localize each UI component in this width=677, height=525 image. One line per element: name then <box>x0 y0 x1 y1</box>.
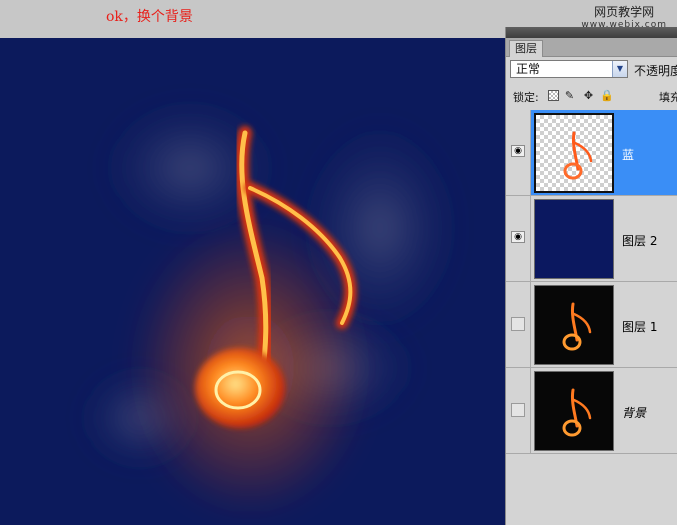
layer-thumbnail <box>534 285 614 365</box>
fire-music-note-artwork <box>80 98 460 518</box>
layer-name-area[interactable]: 蓝 <box>531 110 677 195</box>
document-canvas[interactable] <box>0 38 506 525</box>
visibility-off-box[interactable] <box>511 403 525 417</box>
blend-mode-select[interactable]: 正常 ▼ <box>510 60 628 78</box>
layer-thumbnail <box>534 199 614 279</box>
move-icon[interactable]: ✥ <box>583 90 594 101</box>
layer-name: 图层 2 <box>622 234 658 248</box>
lock-label: 锁定: <box>513 91 539 104</box>
eye-icon[interactable]: ◉ <box>511 145 525 157</box>
lock-icon[interactable]: 🔒 <box>600 90 614 101</box>
layer-name-area[interactable]: 图层 2 <box>531 196 677 281</box>
lock-transparency-icon[interactable] <box>548 90 559 101</box>
layer-name-area[interactable]: 背景 <box>531 368 677 453</box>
eye-icon[interactable]: ◉ <box>511 231 525 243</box>
layer-name: 蓝 <box>622 148 635 162</box>
layer-row-layer-1[interactable]: 图层 1 <box>506 282 677 368</box>
visibility-toggle[interactable]: ◉ <box>506 196 531 281</box>
layer-name: 图层 1 <box>622 320 658 334</box>
panel-tab-bar: 图层 <box>506 38 677 57</box>
opacity-label: 不透明度 <box>634 64 677 78</box>
visibility-off-box[interactable] <box>511 317 525 331</box>
tutorial-caption: ok，换个背景 <box>106 9 193 25</box>
panel-header-strip[interactable] <box>506 27 677 38</box>
layer-name: 背景 <box>622 406 647 420</box>
layer-thumbnail <box>534 371 614 451</box>
layer-row-layer-2[interactable]: ◉ 图层 2 <box>506 196 677 282</box>
visibility-toggle[interactable]: ◉ <box>506 110 531 195</box>
tab-layers[interactable]: 图层 <box>509 40 543 57</box>
layer-thumbnail <box>534 113 614 193</box>
layers-panel: 图层 正常 ▼ 不透明度 锁定: ✎ ✥ 🔒 填充 ◉ 蓝 ◉ 图层 2 图层 … <box>505 27 677 525</box>
layer-row-background[interactable]: 背景 <box>506 368 677 454</box>
fill-label: 填充 <box>659 91 677 104</box>
chevron-down-icon[interactable]: ▼ <box>612 61 627 77</box>
blend-mode-value: 正常 <box>516 62 541 76</box>
lock-row: 锁定: ✎ ✥ 🔒 填充 <box>506 85 677 107</box>
layer-name-area[interactable]: 图层 1 <box>531 282 677 367</box>
visibility-toggle[interactable] <box>506 368 531 453</box>
brush-icon[interactable]: ✎ <box>564 90 575 101</box>
visibility-toggle[interactable] <box>506 282 531 367</box>
watermark-site-name: 网页教学网 <box>594 5 655 19</box>
layer-row-blue[interactable]: ◉ 蓝 <box>506 110 677 196</box>
